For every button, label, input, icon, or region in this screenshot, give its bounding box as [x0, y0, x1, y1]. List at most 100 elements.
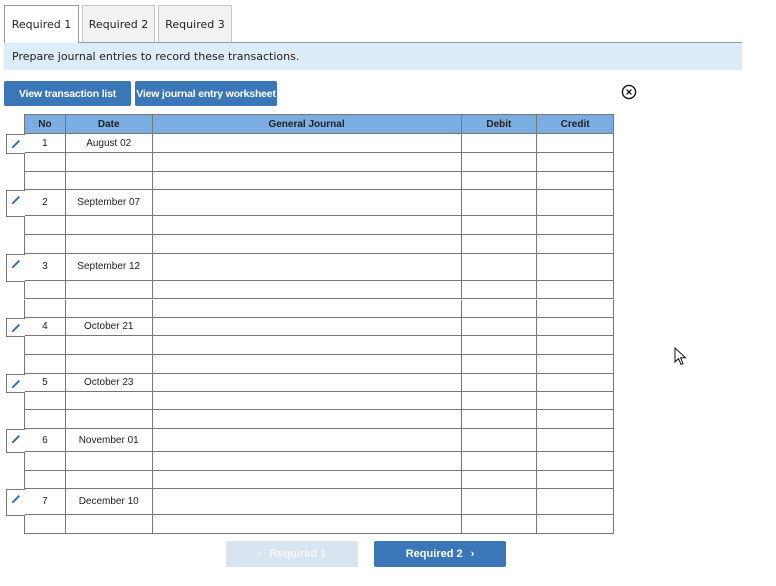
chevron-left-icon: ‹: [257, 548, 262, 560]
instruction-text: Prepare journal entries to record these …: [12, 50, 300, 63]
cell-general-journal[interactable]: [153, 429, 462, 451]
cell-credit[interactable]: [537, 336, 613, 354]
pencil-icon: [12, 140, 20, 148]
cell-general-journal[interactable]: [153, 354, 462, 373]
cell-general-journal[interactable]: [153, 134, 462, 152]
tab-required-2[interactable]: Required 2: [82, 5, 155, 42]
table-row: [24, 452, 614, 471]
cell-no: [25, 391, 66, 410]
cell-general-journal[interactable]: [153, 153, 462, 171]
table-row: 1 August 02: [24, 134, 614, 153]
cell-debit[interactable]: [462, 373, 538, 391]
cell-credit[interactable]: [537, 374, 613, 391]
cell-debit[interactable]: [462, 253, 538, 280]
table-row: [24, 153, 614, 172]
cell-date: [66, 280, 153, 299]
cell-debit[interactable]: [462, 391, 538, 410]
cell-debit[interactable]: [462, 452, 538, 470]
cell-debit[interactable]: [462, 410, 538, 428]
cell-debit[interactable]: [462, 171, 538, 190]
cell-debit[interactable]: [462, 429, 538, 451]
cell-general-journal[interactable]: [153, 299, 462, 318]
cell-credit[interactable]: [537, 300, 613, 318]
cell-credit[interactable]: [537, 392, 613, 410]
cell-credit[interactable]: [537, 281, 613, 299]
cell-credit[interactable]: [537, 452, 613, 470]
cell-credit[interactable]: [537, 318, 613, 335]
cell-general-journal[interactable]: [153, 515, 462, 534]
cell-no: [25, 171, 66, 190]
cell-general-journal[interactable]: [153, 391, 462, 410]
cell-credit[interactable]: [537, 410, 613, 428]
cell-credit[interactable]: [537, 489, 613, 514]
cell-debit[interactable]: [462, 134, 538, 152]
pencil-icon: [12, 196, 20, 205]
cell-general-journal[interactable]: [153, 216, 462, 235]
cell-debit[interactable]: [462, 299, 538, 318]
table-row: [24, 515, 614, 535]
cell-general-journal[interactable]: [153, 280, 462, 299]
view-transaction-list-button[interactable]: View transaction list: [4, 81, 131, 106]
cell-date: October 21: [66, 318, 153, 336]
cell-credit[interactable]: [537, 216, 613, 234]
edit-entry-button[interactable]: [6, 373, 25, 393]
cell-credit[interactable]: [537, 471, 613, 489]
cell-debit[interactable]: [462, 354, 538, 373]
view-journal-entry-worksheet-button[interactable]: View journal entry worksheet: [135, 81, 277, 106]
cell-general-journal[interactable]: [153, 235, 462, 253]
cell-credit[interactable]: [537, 134, 613, 152]
chevron-right-icon: ›: [470, 548, 475, 560]
pencil-icon: [12, 495, 20, 504]
cell-credit[interactable]: [537, 172, 613, 190]
cell-credit[interactable]: [537, 515, 613, 533]
table-row: [24, 354, 614, 374]
cell-debit[interactable]: [462, 470, 538, 489]
cell-date: [66, 153, 153, 171]
cell-credit[interactable]: [537, 355, 613, 373]
cell-credit[interactable]: [537, 429, 613, 451]
cell-debit[interactable]: [462, 489, 538, 515]
cell-date: December 10: [66, 489, 153, 515]
cell-debit[interactable]: [462, 153, 538, 171]
table-row: [24, 216, 614, 236]
cell-debit[interactable]: [462, 280, 538, 299]
cell-general-journal[interactable]: [153, 373, 462, 391]
edit-entry-button[interactable]: [6, 253, 25, 282]
cell-general-journal[interactable]: [153, 410, 462, 428]
tab-required-3[interactable]: Required 3: [158, 5, 232, 42]
edit-entry-button[interactable]: [6, 318, 25, 338]
cell-debit[interactable]: [462, 318, 538, 336]
cell-general-journal[interactable]: [153, 489, 462, 515]
cell-date: [66, 299, 153, 318]
cell-general-journal[interactable]: [153, 171, 462, 190]
edit-entry-button[interactable]: [6, 489, 25, 517]
tab-required-1[interactable]: Required 1: [4, 5, 79, 43]
cell-general-journal[interactable]: [153, 190, 462, 216]
cell-debit[interactable]: [462, 515, 538, 534]
cell-general-journal[interactable]: [153, 452, 462, 470]
prev-required-button[interactable]: ‹ Required 1: [226, 541, 358, 567]
edit-entry-button[interactable]: [6, 429, 25, 453]
cell-debit[interactable]: [462, 190, 538, 216]
cell-credit[interactable]: [537, 153, 613, 171]
cell-debit[interactable]: [462, 235, 538, 253]
cell-general-journal[interactable]: [153, 253, 462, 280]
cell-general-journal[interactable]: [153, 336, 462, 354]
table-row: [24, 410, 614, 429]
table-row: [24, 235, 614, 254]
header-no: No: [25, 115, 66, 133]
next-required-button[interactable]: Required 2 ›: [374, 541, 506, 567]
cell-debit[interactable]: [462, 336, 538, 354]
cell-general-journal[interactable]: [153, 470, 462, 489]
cell-no: 2: [25, 190, 66, 216]
cell-general-journal[interactable]: [153, 318, 462, 336]
cell-credit[interactable]: [537, 235, 613, 253]
edit-entry-button[interactable]: [6, 134, 25, 154]
close-icon[interactable]: [621, 84, 637, 100]
cell-debit[interactable]: [462, 216, 538, 235]
cell-date: [66, 391, 153, 410]
table-row: 4 October 21: [24, 318, 614, 337]
cell-credit[interactable]: [537, 254, 613, 280]
cell-credit[interactable]: [537, 190, 613, 215]
edit-entry-button[interactable]: [6, 190, 25, 218]
